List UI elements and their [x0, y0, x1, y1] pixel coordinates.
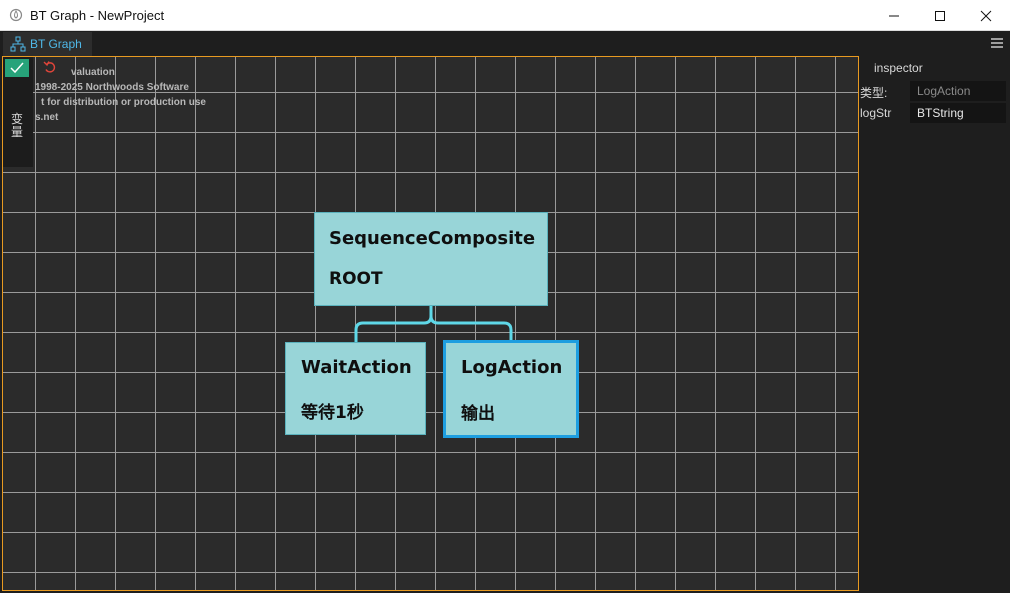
graph-canvas[interactable]: valuation 1998-2025 Northwoods Software …: [2, 56, 859, 591]
logstr-field-label: logStr: [860, 106, 892, 120]
node-log-action-selected[interactable]: LogAction 输出: [443, 340, 579, 438]
tab-bt-graph[interactable]: BT Graph: [3, 32, 92, 56]
close-icon: [980, 10, 992, 21]
node-type-label: WaitAction: [301, 357, 412, 378]
window-title: BT Graph - NewProject: [30, 8, 165, 23]
type-field-value: LogAction: [910, 81, 1006, 101]
node-name-label: ROOT: [329, 269, 383, 289]
title-bar: BT Graph - NewProject: [0, 0, 1010, 31]
node-type-label: LogAction: [461, 357, 563, 378]
node-sequence-composite[interactable]: SequenceComposite ROOT: [314, 212, 548, 306]
variables-panel-toggle[interactable]: 变量: [3, 57, 33, 167]
node-type-label: SequenceComposite: [329, 228, 536, 249]
close-button[interactable]: [963, 0, 1009, 31]
confirm-button[interactable]: [5, 59, 29, 77]
node-name-label: 输出: [461, 404, 495, 424]
minimize-button[interactable]: [871, 0, 917, 31]
maximize-icon: [935, 10, 945, 21]
type-field-label: 类型:: [860, 86, 888, 100]
minimize-icon: [889, 15, 899, 16]
hierarchy-icon: [10, 36, 26, 52]
node-wait-action[interactable]: WaitAction 等待1秒: [285, 342, 426, 435]
tab-label: BT Graph: [30, 37, 82, 51]
node-name-label: 等待1秒: [301, 403, 364, 423]
hamburger-menu-icon[interactable]: [990, 36, 1004, 50]
logstr-input[interactable]: BTString: [910, 103, 1006, 123]
variables-label: 变量: [10, 112, 23, 139]
link-root-to-log: [429, 315, 513, 340]
undo-icon: [43, 61, 56, 73]
tab-strip: BT Graph: [0, 31, 1010, 56]
undo-button[interactable]: [39, 58, 61, 76]
link-root-to-wait: [354, 306, 433, 342]
inspector-title: inspector: [874, 61, 923, 75]
check-icon: [10, 62, 24, 74]
watermark-line: t for distribution or production use: [41, 97, 206, 108]
watermark-line: s.net: [35, 112, 59, 123]
inspector-panel: inspector 类型: LogAction logStr BTString: [860, 56, 1010, 593]
watermark-line: 1998-2025 Northwoods Software: [35, 82, 189, 93]
app-icon: [9, 8, 23, 22]
maximize-button[interactable]: [917, 0, 963, 31]
node-links: [354, 306, 513, 342]
